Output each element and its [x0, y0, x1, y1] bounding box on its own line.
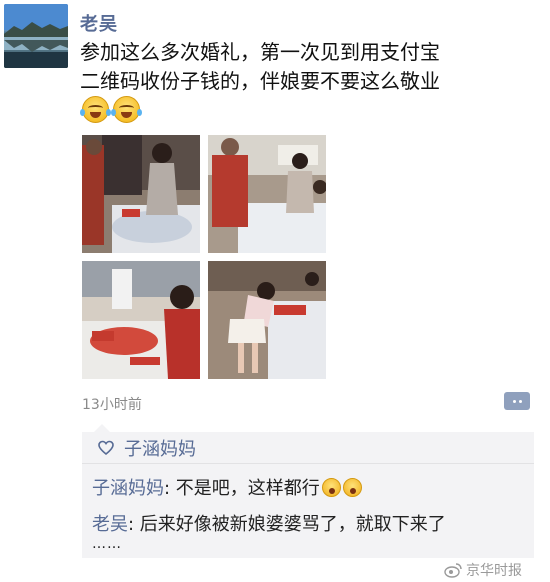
wow-emoji	[342, 478, 362, 497]
dot-icon	[512, 399, 516, 403]
comment-separator: :	[128, 514, 140, 535]
likes-row: 子涵妈妈	[82, 432, 534, 464]
wedding-photo-2[interactable]	[208, 135, 326, 253]
wedding-photo-2-image	[208, 135, 326, 253]
post-timestamp: 13小时前	[82, 397, 142, 413]
wedding-photo-3[interactable]	[82, 261, 200, 379]
post-author[interactable]: 老吴	[80, 10, 118, 36]
dot-icon	[518, 399, 522, 403]
wow-emoji	[321, 478, 341, 497]
comment-author[interactable]: 子涵妈妈	[92, 478, 164, 499]
watermark-text: 京华时报	[466, 563, 522, 579]
comments-panel: 子涵妈妈 子涵妈妈: 不是吧，这样都行 老吴: 后来好像被新娘婆婆骂了，就取下来…	[82, 424, 534, 558]
comment-1[interactable]: 子涵妈妈: 不是吧，这样都行	[92, 474, 362, 500]
mountain-lake-avatar-image	[4, 4, 68, 68]
comment-more-button[interactable]	[504, 392, 530, 410]
post-emoji-row	[80, 96, 142, 123]
wedding-photo-1-image	[82, 135, 200, 253]
weibo-icon	[444, 563, 462, 578]
avatar[interactable]	[4, 4, 68, 68]
post-text: 参加这么多次婚礼，第一次见到用支付宝 二维码收份子钱的，伴娘要不要这么敬业	[80, 38, 540, 96]
wedding-photo-4[interactable]	[208, 261, 326, 379]
heart-icon	[98, 440, 114, 455]
comment-author[interactable]: 老吴	[92, 514, 128, 535]
comment-text: 后来好像被新娘婆婆骂了，就取下来了	[139, 514, 446, 535]
wedding-photo-3-image	[82, 261, 200, 379]
comment-text: 不是吧，这样都行	[175, 478, 320, 499]
like-user-name[interactable]: 子涵妈妈	[124, 435, 196, 461]
comment-separator: :	[164, 478, 176, 499]
comment-2-continuation: ……	[92, 536, 122, 552]
comment-2[interactable]: 老吴: 后来好像被新娘婆婆骂了，就取下来了	[92, 510, 446, 536]
watermark: 京华时报	[444, 560, 522, 580]
post-text-line-1: 参加这么多次婚礼，第一次见到用支付宝	[80, 40, 440, 64]
wedding-photo-1[interactable]	[82, 135, 200, 253]
post-text-line-2: 二维码收份子钱的，伴娘要不要这么敬业	[80, 69, 440, 93]
wedding-photo-4-image	[208, 261, 326, 379]
laugh-cry-emoji	[111, 96, 142, 123]
laugh-cry-emoji	[80, 96, 111, 123]
